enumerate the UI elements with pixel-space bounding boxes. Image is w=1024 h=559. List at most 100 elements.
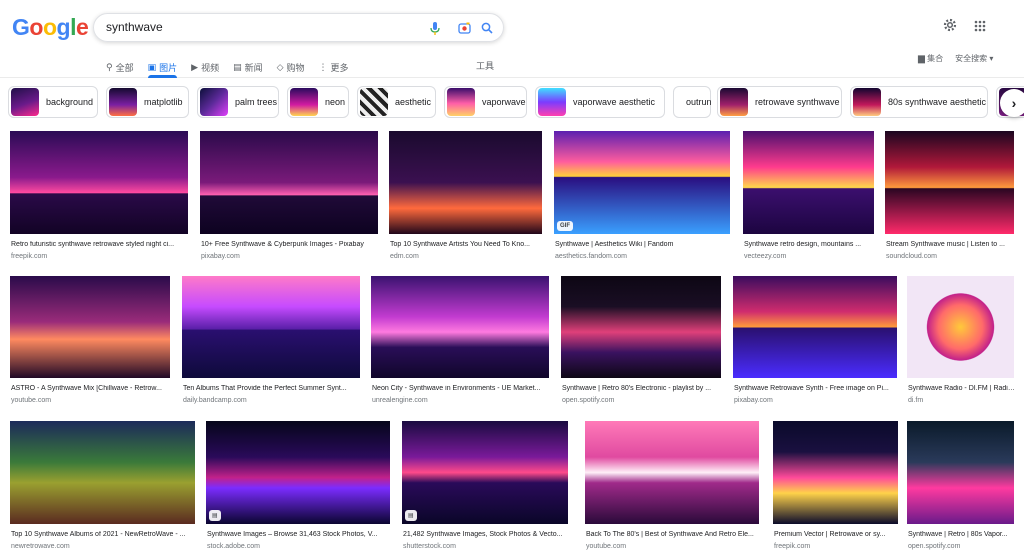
chip-thumbnail xyxy=(447,88,475,116)
video-icon: ▶ xyxy=(191,61,199,72)
chip-outrun[interactable]: outrun xyxy=(673,86,712,118)
tab-5[interactable]: ⋮ 更多 xyxy=(319,57,349,77)
result-thumbnail[interactable]: GIF xyxy=(554,131,730,234)
search-box[interactable] xyxy=(93,13,504,42)
result-caption[interactable]: Synthwave retro design, mountains ... xyxy=(744,241,875,248)
chip-background[interactable]: background xyxy=(8,86,98,118)
chip-label: 80s synthwave aesthetic xyxy=(888,97,987,107)
result-thumbnail[interactable] xyxy=(182,276,360,378)
result-caption[interactable]: Stream Synthwave music | Listen to ... xyxy=(886,241,1015,248)
image-icon: ▣ xyxy=(147,61,157,72)
result-caption[interactable]: Synthwave Retrowave Synth - Free image o… xyxy=(734,385,898,392)
logo-letter: o xyxy=(42,14,57,40)
result-thumbnail[interactable]: ▤ xyxy=(206,421,390,524)
result-caption[interactable]: Neon City - Synthwave in Environments - … xyxy=(372,385,550,392)
result-thumbnail[interactable] xyxy=(907,276,1014,378)
result-caption[interactable]: Synthwave Images – Browse 31,463 Stock P… xyxy=(207,531,391,538)
media-badge: ▤ xyxy=(209,510,221,521)
result-thumbnail[interactable] xyxy=(10,421,195,524)
tag-icon: ◇ xyxy=(276,61,284,72)
chip-matplotlib[interactable]: matplotlib xyxy=(106,86,189,118)
chip-thumbnail xyxy=(538,88,566,116)
result-source: aesthetics.fandom.com xyxy=(555,253,627,260)
tab-label: 视频 xyxy=(201,62,220,73)
chip-label: neon xyxy=(325,97,346,107)
gear-icon[interactable] xyxy=(943,18,957,37)
chip-label: retrowave synthwave xyxy=(755,97,840,107)
chip-80s-synthwave-aesthetic[interactable]: 80s synthwave aesthetic xyxy=(850,86,988,118)
logo-letter: e xyxy=(75,14,89,40)
apps-grid-icon[interactable] xyxy=(974,19,986,37)
media-badge: GIF xyxy=(557,221,573,231)
chip-vaporwave-aesthetic[interactable]: vaporwave aesthetic xyxy=(535,86,665,118)
result-caption[interactable]: Synthwave | Retro 80's Electronic - play… xyxy=(562,385,722,392)
tab-3[interactable]: ▤ 新闻 xyxy=(233,57,263,77)
result-thumbnail[interactable] xyxy=(773,421,898,524)
chip-label: aesthetic xyxy=(395,97,432,107)
result-caption[interactable]: Back To The 80's | Best of Synthwave And… xyxy=(586,531,760,538)
chip-neon[interactable]: neon xyxy=(287,86,349,118)
google-logo[interactable]: Google xyxy=(12,14,89,41)
tools-button[interactable]: 工具 xyxy=(476,59,494,72)
result-caption[interactable]: Synthwave | Retro | 80s Vapor... xyxy=(908,531,1015,538)
chip-label: palm trees xyxy=(235,97,278,107)
chip-aesthetic[interactable]: aesthetic xyxy=(357,86,436,118)
result-source: di.fm xyxy=(908,397,924,404)
search-tabs: ⚲ 全部 ▣ 图片 ▶ 视频 ▤ 新闻 ◇ 购物 ⋮ 更多 xyxy=(106,57,363,78)
result-source: youtube.com xyxy=(11,397,52,404)
result-caption[interactable]: Ten Albums That Provide the Perfect Summ… xyxy=(183,385,361,392)
result-thumbnail[interactable] xyxy=(371,276,549,378)
result-thumbnail[interactable] xyxy=(743,131,874,234)
tab-0[interactable]: ⚲ 全部 xyxy=(106,57,134,77)
result-source: pixabay.com xyxy=(734,397,773,404)
result-thumbnail[interactable] xyxy=(585,421,759,524)
result-source: pixabay.com xyxy=(201,253,240,260)
chip-label: vaporwave xyxy=(482,97,526,107)
chip-label: background xyxy=(46,97,94,107)
result-thumbnail[interactable] xyxy=(10,276,170,378)
result-source: freepik.com xyxy=(11,253,48,260)
chip-thumbnail xyxy=(853,88,881,116)
result-caption[interactable]: Synthwave | Aesthetics Wiki | Fandom xyxy=(555,241,731,248)
result-thumbnail[interactable] xyxy=(885,131,1014,234)
result-thumbnail[interactable] xyxy=(10,131,188,234)
chevron-right-icon[interactable]: › xyxy=(1000,89,1024,117)
result-caption[interactable]: Premium Vector | Retrowave or sy... xyxy=(774,531,899,538)
result-thumbnail[interactable] xyxy=(561,276,721,378)
result-source: soundcloud.com xyxy=(886,253,937,260)
tab-1[interactable]: ▣ 图片 xyxy=(147,57,177,78)
camera-lens-icon[interactable] xyxy=(457,21,471,35)
result-caption[interactable]: ASTRO - A Synthwave Mix [Chillwave - Ret… xyxy=(11,385,171,392)
result-thumbnail[interactable] xyxy=(907,421,1014,524)
result-thumbnail[interactable] xyxy=(733,276,897,378)
chip-label: outrun xyxy=(686,97,712,107)
tab-label: 新闻 xyxy=(244,62,263,73)
tab-label: 全部 xyxy=(115,62,134,73)
result-thumbnail[interactable] xyxy=(389,131,542,234)
result-caption[interactable]: Retro futuristic synthwave retrowave sty… xyxy=(11,241,189,248)
microphone-icon[interactable] xyxy=(428,21,442,35)
safesearch-menu[interactable]: 安全搜索 ▾ xyxy=(955,53,993,64)
result-caption[interactable]: 21,482 Synthwave Images, Stock Photos & … xyxy=(403,531,569,538)
result-caption[interactable]: Synthwave Radio - DI.FM | Radio ... xyxy=(908,385,1015,392)
result-source: stock.adobe.com xyxy=(207,543,260,550)
result-thumbnail[interactable]: ▤ xyxy=(402,421,568,524)
search-icon[interactable] xyxy=(480,21,494,35)
chip-palm-trees[interactable]: palm trees xyxy=(197,86,279,118)
tab-2[interactable]: ▶ 视频 xyxy=(191,57,219,77)
tab-label: 更多 xyxy=(330,62,349,73)
logo-letter: G xyxy=(12,14,30,40)
tab-label: 购物 xyxy=(286,62,305,73)
result-caption[interactable]: Top 10 Synthwave Artists You Need To Kno… xyxy=(390,241,543,248)
chip-retrowave-synthwave[interactable]: retrowave synthwave xyxy=(717,86,842,118)
chip-thumbnail xyxy=(11,88,39,116)
result-thumbnail[interactable] xyxy=(200,131,378,234)
result-caption[interactable]: 10+ Free Synthwave & Cyberpunk Images - … xyxy=(201,241,379,248)
result-source: newretrowave.com xyxy=(11,543,70,550)
collections-link[interactable]: ▆ 集合 xyxy=(918,53,943,64)
search-input[interactable] xyxy=(106,20,406,34)
tab-4[interactable]: ◇ 购物 xyxy=(277,57,305,77)
result-caption[interactable]: Top 10 Synthwave Albums of 2021 - NewRet… xyxy=(11,531,196,538)
chip-vaporwave[interactable]: vaporwave xyxy=(444,86,527,118)
search-icon: ⚲ xyxy=(106,61,113,72)
